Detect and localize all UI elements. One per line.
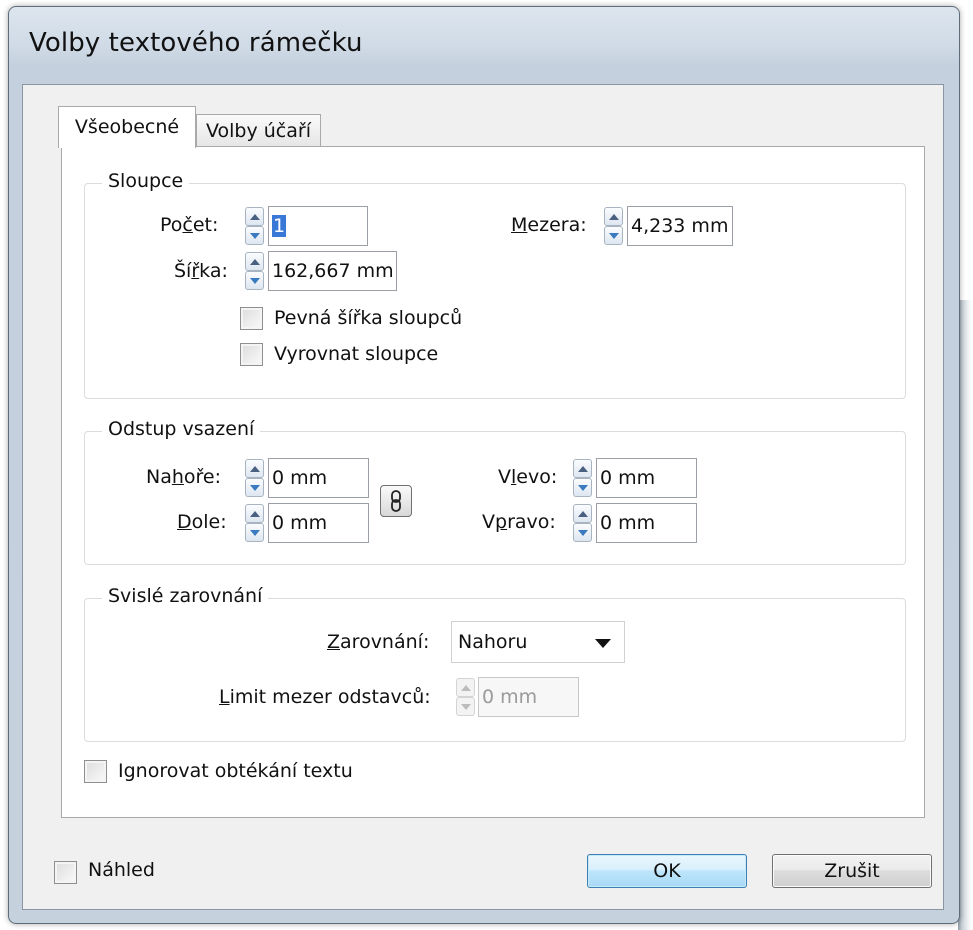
spin-up-icon[interactable] [604,207,623,226]
align-label: Zarovnání: [327,631,430,653]
inset-group [84,431,906,565]
chain-link-icon[interactable] [380,485,412,517]
inset-bottom-label: Dole: [177,511,227,533]
inset-bottom-spinner[interactable] [245,504,264,542]
gutter-spinner[interactable] [604,207,623,245]
fixed-width-checkbox[interactable] [240,307,263,330]
para-limit-label: Limit mezer odstavců: [219,686,431,708]
fixed-width-label: Pevná šířka sloupců [274,307,463,329]
inset-top-label: Nahoře: [146,466,222,488]
width-input[interactable]: 162,667 mm [268,251,397,291]
spin-up-icon [456,678,475,697]
spin-down-icon[interactable] [604,226,623,245]
para-limit-spinner [456,678,475,716]
width-label: Šířka: [174,260,228,282]
gutter-input[interactable]: 4,233 mm [627,206,733,246]
para-limit-input: 0 mm [478,677,579,717]
spin-up-icon[interactable] [573,459,592,478]
vertical-group-title: Svislé zarovnání [102,585,269,607]
gutter-label: Mezera: [511,214,587,236]
preview-checkbox[interactable] [54,861,77,884]
inset-top-spinner[interactable] [245,459,264,497]
tab-vseobecne[interactable]: Všeobecné [58,106,196,148]
spin-up-icon[interactable] [245,504,264,523]
count-spinner[interactable] [245,207,264,245]
spin-up-icon[interactable] [245,252,264,271]
inset-left-label: Vlevo: [498,466,558,488]
spin-up-icon[interactable] [245,207,264,226]
inset-bottom-input[interactable]: 0 mm [268,503,369,543]
inset-right-label: Vpravo: [482,511,556,533]
width-spinner[interactable] [245,252,264,290]
spin-down-icon[interactable] [573,478,592,497]
align-dropdown-value: Nahoru [458,631,528,653]
align-dropdown[interactable]: Nahoru [451,621,625,663]
spin-down-icon [456,697,475,716]
inset-group-title: Odstup vsazení [102,418,261,440]
spin-down-icon[interactable] [573,523,592,542]
ok-button[interactable]: OK [587,854,747,888]
ignore-wrap-checkbox[interactable] [84,760,107,783]
balance-columns-checkbox[interactable] [240,343,263,366]
spin-down-icon[interactable] [245,271,264,290]
spin-down-icon[interactable] [245,226,264,245]
ignore-wrap-label: Ignorovat obtékání textu [118,760,353,782]
spin-down-icon[interactable] [245,478,264,497]
preview-label: Náhled [88,859,155,881]
vertical-group [84,598,906,742]
background-window-edge-top [958,0,973,300]
count-input[interactable]: 1 [268,206,368,246]
dialog-title: Volby textového rámečku [29,28,363,58]
chevron-down-icon [595,639,611,648]
spin-up-icon[interactable] [245,459,264,478]
inset-right-input[interactable]: 0 mm [596,503,697,543]
spin-up-icon[interactable] [573,504,592,523]
inset-top-input[interactable]: 0 mm [268,458,369,498]
inset-left-spinner[interactable] [573,459,592,497]
columns-group-title: Sloupce [102,170,190,192]
tab-volby-ucari[interactable]: Volby účaří [196,114,321,146]
count-label: Počet: [160,214,219,236]
balance-columns-label: Vyrovnat sloupce [274,343,439,365]
inset-right-spinner[interactable] [573,504,592,542]
inset-left-input[interactable]: 0 mm [596,458,697,498]
spin-down-icon[interactable] [245,523,264,542]
cancel-button[interactable]: Zrušit [772,854,932,888]
